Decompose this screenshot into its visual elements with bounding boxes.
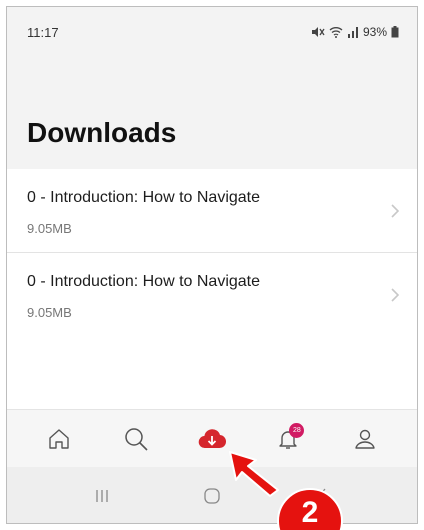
wifi-icon [329,26,343,38]
signal-icon [347,26,359,38]
page-title: Downloads [27,117,177,148]
list-item[interactable]: 0 - Introduction: How to Navigate 9.05MB [7,169,417,253]
bottom-nav: 28 [7,409,417,467]
nav-home[interactable] [39,419,79,459]
chevron-right-icon [391,204,400,218]
recent-apps-icon [96,490,108,502]
list-item[interactable]: 0 - Introduction: How to Navigate 9.05MB [7,253,417,337]
recent-apps-button[interactable] [82,481,122,511]
download-title: 0 - Introduction: How to Navigate [27,273,261,290]
download-size: 9.05MB [27,221,72,236]
annotation-arrow-icon [229,451,279,497]
download-size: 9.05MB [27,305,72,320]
chevron-right-icon [391,288,400,302]
battery-icon [391,26,399,38]
status-icons: 93% [311,25,399,39]
notification-badge: 28 [289,422,305,438]
nav-profile[interactable] [345,419,385,459]
phone-screen: 11:17 93% Downloads 0 - Introduction: Ho… [6,6,418,524]
battery-percent: 93% [362,25,387,39]
mute-icon [311,26,325,38]
status-bar: 11:17 93% [7,7,417,57]
search-icon [124,427,148,451]
download-icon [198,428,226,448]
download-title: 0 - Introduction: How to Navigate [27,189,261,206]
home-icon [49,428,69,449]
status-time: 11:17 [27,24,59,40]
list-empty-area [7,339,417,409]
profile-icon [355,429,375,449]
nav-search[interactable] [116,419,156,459]
home-button-icon [204,488,220,504]
system-nav-bar [7,467,417,523]
